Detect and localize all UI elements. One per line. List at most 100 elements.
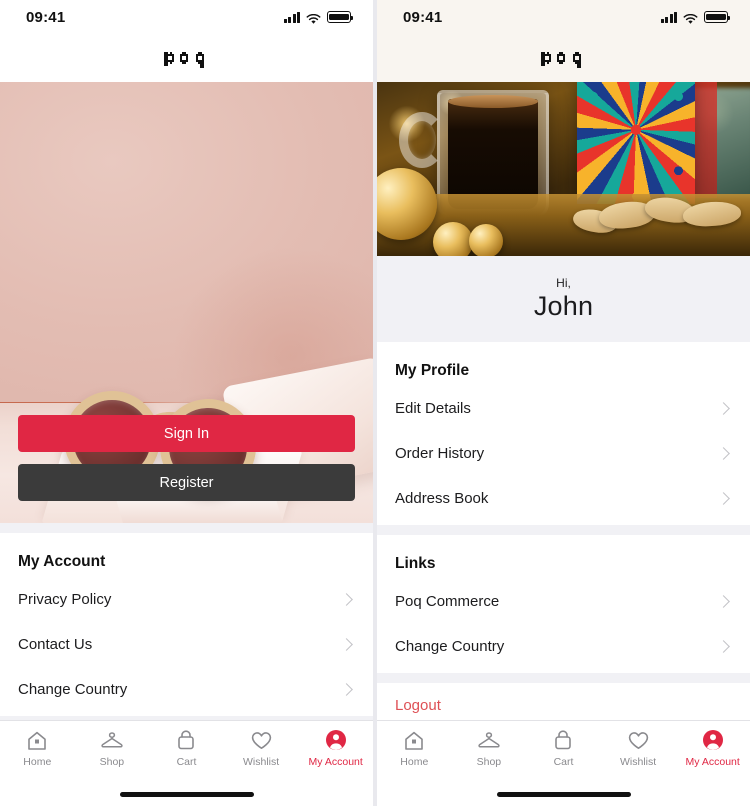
- home-icon: [403, 728, 425, 752]
- cellular-signal-icon: [283, 11, 300, 23]
- section-gap: [377, 673, 750, 683]
- tab-label: My Account: [308, 756, 363, 768]
- my-profile-card: My Profile Edit Details Order History Ad…: [377, 342, 750, 525]
- chevron-right-icon: [717, 595, 730, 608]
- list-item-privacy-policy[interactable]: Privacy Policy: [18, 577, 355, 622]
- tab-label: Home: [400, 756, 429, 768]
- app-header: [0, 34, 373, 82]
- list-item-edit-details[interactable]: Edit Details: [395, 386, 732, 431]
- auth-buttons: Sign In Register: [0, 415, 373, 501]
- list-item-poq-commerce[interactable]: Poq Commerce: [395, 579, 732, 624]
- poq-logo: [163, 48, 211, 68]
- status-time: 09:41: [26, 8, 66, 26]
- links-card: Links Poq Commerce Change Country: [377, 535, 750, 673]
- bag-icon: [176, 728, 196, 752]
- phone-screen-logged-out: 09:41 Sign In Register My Account Privac…: [0, 0, 373, 806]
- status-bar: 09:41: [0, 0, 373, 34]
- app-header: [377, 34, 750, 82]
- chevron-right-icon: [340, 638, 353, 651]
- list-item-label: Address Book: [395, 490, 489, 507]
- account-icon: [325, 728, 347, 752]
- chevron-right-icon: [717, 492, 730, 505]
- tab-shop[interactable]: Shop: [75, 728, 150, 768]
- mug-handle: [399, 112, 445, 168]
- battery-icon: [704, 11, 731, 23]
- account-icon: [702, 728, 724, 752]
- wifi-icon: [306, 12, 321, 24]
- wifi-icon: [683, 12, 698, 24]
- battery-icon: [327, 11, 354, 23]
- coffee-crema: [448, 95, 538, 108]
- list-item-label: Edit Details: [395, 400, 471, 417]
- greeting-salutation: Hi,: [556, 276, 571, 290]
- bottom-tab-bar[interactable]: Home Shop Cart Wishlist My Account: [0, 720, 373, 782]
- chevron-right-icon: [340, 593, 353, 606]
- hanger-icon: [477, 728, 501, 752]
- register-button[interactable]: Register: [18, 464, 355, 501]
- logout-card: Logout: [377, 683, 750, 720]
- tab-cart[interactable]: Cart: [149, 728, 224, 768]
- bag-icon: [553, 728, 573, 752]
- tab-my-account[interactable]: My Account: [675, 728, 750, 768]
- tab-shop[interactable]: Shop: [452, 728, 527, 768]
- tab-home[interactable]: Home: [377, 728, 452, 768]
- cellular-signal-icon: [660, 11, 677, 23]
- greeting-user-name: John: [533, 291, 594, 321]
- home-indicator: [377, 782, 750, 806]
- gold-bauble: [469, 224, 503, 256]
- my-account-title: My Account: [18, 553, 106, 570]
- tab-my-account[interactable]: My Account: [298, 728, 373, 768]
- hero-image-festive-coffee: [377, 82, 750, 256]
- tab-wishlist[interactable]: Wishlist: [601, 728, 676, 768]
- my-account-card: My Account Privacy Policy Contact Us Cha…: [0, 533, 373, 716]
- chevron-right-icon: [717, 447, 730, 460]
- logout-button[interactable]: Logout: [395, 683, 732, 720]
- list-item-label: Change Country: [395, 638, 505, 655]
- list-item-order-history[interactable]: Order History: [395, 431, 732, 476]
- coffee-liquid: [448, 99, 538, 209]
- sign-in-button[interactable]: Sign In: [18, 415, 355, 452]
- user-greeting: Hi, John: [377, 256, 750, 342]
- status-icons: [660, 11, 731, 24]
- tab-label: Cart: [553, 756, 574, 768]
- status-icons: [283, 11, 354, 24]
- tab-label: Shop: [476, 756, 502, 768]
- chevron-right-icon: [717, 402, 730, 415]
- tab-label: Home: [23, 756, 52, 768]
- list-item-address-book[interactable]: Address Book: [395, 476, 732, 521]
- hero-image-sunglasses: Sign In Register: [0, 82, 373, 523]
- gold-bauble: [433, 222, 473, 256]
- list-item-change-country[interactable]: Change Country: [395, 624, 732, 669]
- list-item-contact-us[interactable]: Contact Us: [18, 622, 355, 667]
- logout-label: Logout: [395, 697, 441, 714]
- poq-logo: [540, 48, 588, 68]
- tab-label: Cart: [176, 756, 197, 768]
- content-scroll-area[interactable]: My Profile Edit Details Order History Ad…: [377, 342, 750, 720]
- chevron-right-icon: [340, 683, 353, 696]
- screenshot-stage: 09:41 Sign In Register My Account Privac…: [0, 0, 750, 806]
- phone-screen-logged-in: 09:41 Hi, John My Profile Edit Details O…: [377, 0, 750, 806]
- bottom-tab-bar[interactable]: Home Shop Cart Wishlist My Account: [377, 720, 750, 782]
- tab-home[interactable]: Home: [0, 728, 75, 768]
- tab-wishlist[interactable]: Wishlist: [224, 728, 299, 768]
- list-item-label: Poq Commerce: [395, 593, 500, 610]
- hanger-icon: [100, 728, 124, 752]
- list-item-label: Privacy Policy: [18, 591, 112, 608]
- tab-label: My Account: [685, 756, 740, 768]
- tab-cart[interactable]: Cart: [526, 728, 601, 768]
- status-bar: 09:41: [377, 0, 750, 34]
- content-scroll-area[interactable]: My Account Privacy Policy Contact Us Cha…: [0, 523, 373, 720]
- tab-label: Wishlist: [619, 756, 657, 768]
- status-time: 09:41: [403, 8, 443, 26]
- list-item-change-country[interactable]: Change Country: [18, 667, 355, 712]
- chevron-right-icon: [717, 640, 730, 653]
- heart-icon: [627, 728, 650, 752]
- hero-patterned-box: [577, 82, 695, 204]
- home-icon: [26, 728, 48, 752]
- my-profile-title: My Profile: [395, 362, 470, 379]
- heart-icon: [250, 728, 273, 752]
- tab-label: Shop: [99, 756, 125, 768]
- section-gap: [377, 525, 750, 535]
- list-item-label: Change Country: [18, 681, 128, 698]
- list-item-label: Order History: [395, 445, 485, 462]
